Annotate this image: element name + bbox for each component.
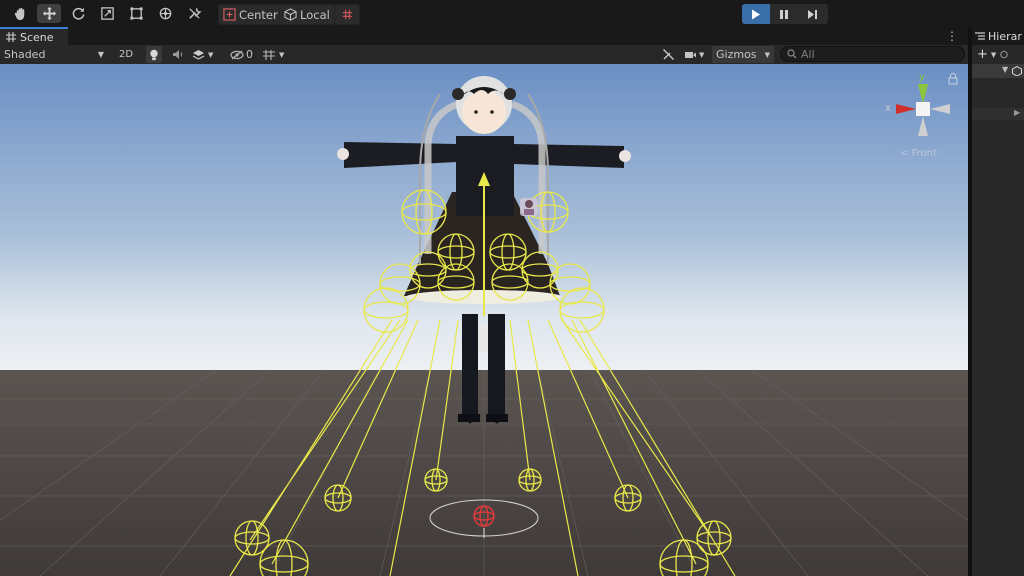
scene-view-toolbar: Shaded ▼ 2D ▼ 0 ▼ ▼ Gizmos ▼ All [0,45,968,65]
effects-layers-icon [192,49,205,60]
speaker-icon [173,50,183,59]
tab-hierarchy[interactable]: Hierar [972,27,1024,45]
tools-button[interactable] [660,46,676,63]
scene-grid-icon [6,32,16,42]
chevron-down-icon: ▼ [279,50,285,59]
hand-icon [14,7,24,21]
pause-icon [780,9,788,19]
wrench-icon [188,8,202,19]
local-cube-icon [284,8,297,21]
hierarchy-toolbar: + ▼ [972,45,1024,64]
unity-scene-icon [1012,66,1022,76]
hierarchy-panel: Hierar + ▼ ▼ ▶ [972,27,1024,576]
tab-scene-label: Scene [20,30,54,44]
step-icon [807,9,817,19]
light-bulb-icon [150,49,158,60]
grid-toggle-icon [263,49,275,60]
axis-x-label: x [885,103,891,114]
pivot-center-icon [223,8,236,21]
draw-mode-dropdown[interactable]: Shaded ▼ [0,46,108,63]
audio-toggle[interactable] [170,46,186,63]
camera-icon [685,51,696,58]
pivot-mode-toggle[interactable]: Center [218,4,283,25]
camera-settings-dropdown[interactable]: ▼ [684,46,708,63]
view-direction-text: Front [911,148,937,159]
play-button[interactable] [742,4,770,24]
search-icon[interactable] [999,50,1011,60]
draw-mode-label: Shaded [4,48,46,61]
2d-toggle-label: 2D [118,49,134,60]
chevron-down-icon: ▼ [990,50,997,59]
rotate-icon [72,7,84,20]
custom-tool-button[interactable] [182,4,206,23]
hidden-objects-toggle[interactable]: 0 [230,46,258,63]
hierarchy-list-icon [975,32,985,40]
search-icon [787,49,797,59]
add-icon[interactable]: + [977,47,988,62]
axis-y-label: y [919,72,925,83]
chevron-down-icon: ▼ [97,50,104,59]
gizmos-dropdown[interactable]: Gizmos ▼ [712,46,774,63]
tab-hierarchy-label: Hierar [988,29,1022,43]
scene-viewport[interactable]: y x < Front [0,64,968,576]
back-chevron-icon: < [900,148,909,159]
main-toolbar: Center Local [0,0,1024,27]
pivot-space-toggle[interactable]: Local [279,4,335,25]
tab-scene[interactable]: Scene [0,27,68,45]
rect-transform-icon [129,7,143,20]
grid-visibility-dropdown[interactable]: ▼ [262,46,296,63]
step-button[interactable] [798,4,826,24]
move-arrows-icon [42,6,56,21]
tools-icon [662,48,674,61]
hierarchy-row[interactable]: ▶ [972,108,1024,120]
move-tool-button[interactable] [37,4,61,23]
gizmos-label: Gizmos [716,48,757,61]
scene-render [0,64,968,576]
right-hand [619,150,631,162]
expand-arrow-icon: ▼ [1002,65,1009,74]
left-eye [474,110,478,114]
avatar-descriptor-icon [520,198,538,216]
character-face [462,90,506,134]
2d-toggle[interactable]: 2D [114,46,138,63]
right-eye [490,110,494,114]
left-hand [337,148,349,160]
scale-icon [100,7,114,20]
pivot-space-label: Local [300,7,330,22]
hierarchy-scene-row[interactable]: ▼ [972,64,1024,78]
transform-tool-button[interactable] [153,4,177,23]
view-direction-label[interactable]: < Front [900,148,937,159]
chevron-down-icon: ▼ [208,50,214,59]
scene-tabbar: Scene ⋮ [0,27,968,45]
pivot-mode-label: Center [239,7,278,22]
chevron-down-icon: ▼ [764,50,770,59]
pause-button[interactable] [770,4,798,24]
grid-snap-icon [342,9,352,20]
play-icon [752,9,760,19]
hair-bow-left [452,88,464,100]
grid-snap-button[interactable] [334,4,360,25]
lighting-toggle[interactable] [146,46,162,63]
rotate-tool-button[interactable] [66,4,90,23]
effects-dropdown[interactable]: ▼ [192,46,222,63]
character-belt [478,326,488,352]
hair-bow-right [504,88,516,100]
more-menu-icon[interactable]: ⋮ [946,29,958,43]
hand-tool-button[interactable] [8,4,32,23]
rect-tool-button[interactable] [124,4,148,23]
search-placeholder: All [801,47,815,61]
scale-tool-button[interactable] [95,4,119,23]
scene-search-field[interactable]: All [780,46,965,62]
hidden-count: 0 [246,48,253,61]
transform-icon [159,7,171,20]
playmode-controls [742,4,828,24]
eye-slash-icon [230,50,244,59]
chevron-down-icon: ▼ [699,50,705,59]
expand-arrow-icon: ▶ [1014,108,1021,117]
